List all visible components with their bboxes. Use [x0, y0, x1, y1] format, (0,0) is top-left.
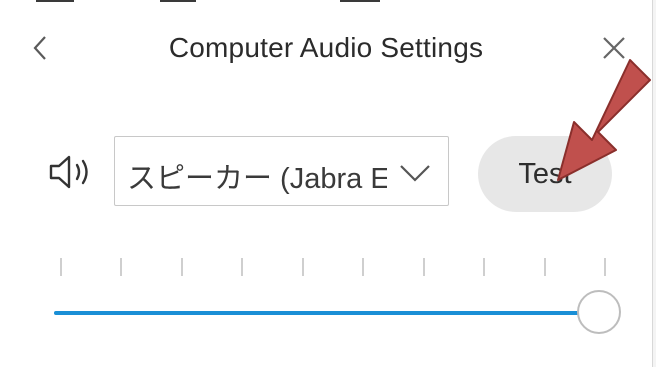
speaker-device-select[interactable]: スピーカー (Jabra E	[114, 136, 449, 206]
top-edge-strip	[0, 0, 652, 8]
volume-tick	[120, 258, 123, 276]
chevron-down-icon	[400, 165, 430, 182]
volume-tick	[604, 258, 606, 276]
audio-settings-panel: Computer Audio Settings スピーカー (Jabra E T…	[0, 0, 653, 367]
volume-tick	[241, 258, 244, 276]
volume-tick	[422, 258, 425, 276]
volume-tick	[180, 258, 183, 276]
volume-tick	[301, 258, 304, 276]
volume-slider-fill	[54, 311, 599, 315]
volume-tick	[543, 258, 546, 276]
speaker-icon	[49, 155, 88, 189]
volume-slider-thumb[interactable]	[576, 290, 621, 334]
volume-tick	[483, 258, 486, 276]
volume-tick	[60, 258, 62, 276]
volume-ticks	[0, 258, 652, 280]
volume-slider[interactable]	[50, 290, 626, 338]
red-annotation-arrow	[557, 59, 651, 181]
volume-tick	[362, 258, 365, 276]
speaker-device-value: スピーカー (Jabra E	[127, 163, 387, 195]
